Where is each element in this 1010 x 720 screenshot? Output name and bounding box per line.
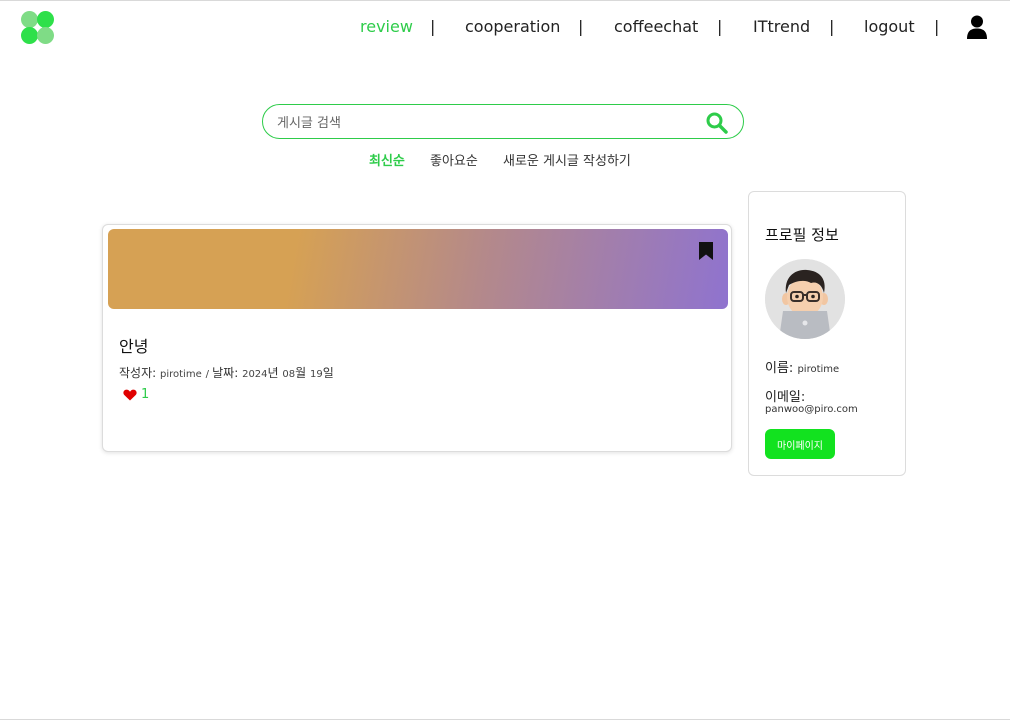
new-post-link[interactable]: 새로운 게시글 작성하기	[503, 150, 631, 169]
profile-email: panwoo@piro.com	[765, 404, 858, 415]
page: review | cooperation | coffeechat | ITtr…	[0, 0, 1010, 720]
nav-separator: |	[934, 17, 940, 36]
mypage-button[interactable]: 마이페이지	[765, 429, 835, 459]
date-label: 날짜:	[212, 366, 239, 380]
date-year-unit: 년	[267, 366, 283, 380]
nav-separator: |	[578, 17, 584, 36]
nav-separator: |	[829, 17, 835, 36]
profile-title: 프로필 정보	[765, 226, 839, 244]
date-month: 08	[282, 369, 296, 380]
post-title[interactable]: 안녕	[119, 333, 148, 357]
profile-name: pirotime	[797, 364, 840, 375]
profile-name-row: 이름: pirotime	[765, 357, 839, 376]
nav-ittrend[interactable]: ITtrend	[753, 17, 810, 36]
date-year: 2024	[242, 369, 268, 380]
like-count: 1	[141, 387, 150, 402]
author-name: pirotime	[160, 369, 202, 380]
nav-review[interactable]: review	[360, 17, 413, 36]
post-banner	[108, 229, 728, 309]
sort-popular[interactable]: 좋아요순	[430, 150, 478, 169]
post-meta: 작성자: pirotime / 날짜: 2024년 08월 19일	[119, 364, 334, 381]
date-day: 19	[309, 369, 323, 380]
nav-separator: |	[717, 17, 723, 36]
search-icon[interactable]	[705, 111, 729, 135]
profile-email-label: 이메일:	[765, 390, 806, 405]
nav-coffeechat[interactable]: coffeechat	[614, 17, 698, 36]
nav-cooperation[interactable]: cooperation	[465, 17, 560, 36]
bookmark-icon[interactable]	[698, 241, 714, 261]
author-label: 작성자:	[119, 366, 157, 380]
profile-name-label: 이름:	[765, 361, 794, 376]
main-nav: review | cooperation | coffeechat | ITtr…	[0, 15, 1010, 41]
date-day-unit: 일	[322, 366, 334, 380]
nav-separator: |	[430, 17, 436, 36]
profile-panel: 프로필 정보 이름: pirotime 이메일: panwoo@piro.com…	[748, 191, 906, 476]
post-card[interactable]: 안녕 작성자: pirotime / 날짜: 2024년 08월 19일 1	[102, 224, 732, 452]
date-month-unit: 월	[295, 366, 310, 380]
nav-logout[interactable]: logout	[864, 17, 915, 36]
user-icon[interactable]	[966, 15, 988, 39]
heart-icon	[123, 389, 137, 401]
search-input[interactable]	[275, 111, 689, 135]
search-bar	[262, 104, 744, 139]
sort-latest[interactable]: 최신순	[369, 150, 405, 169]
memoji-avatar-icon	[765, 259, 845, 339]
